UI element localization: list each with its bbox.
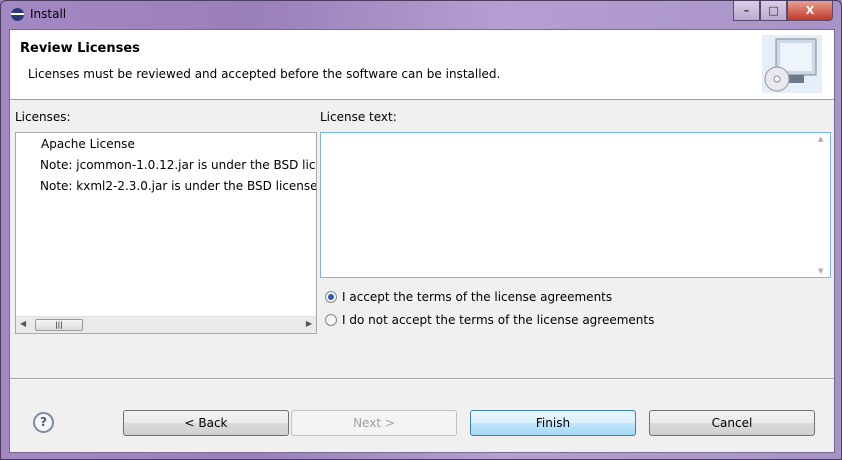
install-window: Install – □ X Review Licenses Licenses m…	[0, 0, 842, 460]
list-item[interactable]: Apache License	[41, 137, 135, 151]
scroll-down-icon[interactable]: ▼	[818, 267, 823, 275]
vertical-scrollbar[interactable]: ▲ ▼	[814, 133, 830, 277]
licenses-label: Licenses:	[15, 110, 71, 124]
list-item[interactable]: Note: jcommon-1.0.12.jar is under the BS…	[40, 158, 315, 172]
help-icon[interactable]: ?	[33, 412, 54, 433]
radio-unchecked-icon[interactable]	[325, 314, 337, 326]
accept-label[interactable]: I accept the terms of the license agreem…	[342, 290, 612, 304]
page-description: Licenses must be reviewed and accepted b…	[28, 67, 501, 81]
radio-checked-icon[interactable]	[325, 291, 337, 303]
eclipse-icon	[11, 7, 24, 21]
back-button[interactable]: < Back	[123, 410, 289, 436]
dialog-client: Review Licenses Licenses must be reviewe…	[9, 29, 835, 453]
page-title: Review Licenses	[20, 41, 140, 56]
finish-button[interactable]: Finish	[470, 410, 636, 436]
accept-radio[interactable]: I accept the terms of the license agreem…	[325, 290, 612, 304]
window-title: Install	[30, 7, 67, 21]
licenses-tree[interactable]: Apache License Note: jcommon-1.0.12.jar …	[15, 132, 317, 334]
license-text-label: License text:	[320, 110, 397, 124]
title-bar: Install	[11, 7, 66, 21]
next-button[interactable]: Next >	[291, 410, 457, 436]
decline-radio[interactable]: I do not accept the terms of the license…	[325, 313, 654, 327]
cancel-button[interactable]: Cancel	[649, 410, 815, 436]
minimize-button[interactable]: –	[733, 1, 760, 21]
scroll-right-icon[interactable]: ▶	[306, 319, 312, 328]
install-computer-icon	[762, 35, 822, 93]
scroll-up-icon[interactable]: ▲	[818, 135, 823, 143]
scroll-left-icon[interactable]: ◀	[20, 319, 26, 328]
dialog-header: Review Licenses Licenses must be reviewe…	[10, 30, 834, 100]
close-button[interactable]: X	[787, 1, 833, 21]
list-item[interactable]: Note: kxml2-2.3.0.jar is under the BSD l…	[40, 179, 316, 193]
decline-label[interactable]: I do not accept the terms of the license…	[342, 313, 654, 327]
maximize-button[interactable]: □	[760, 1, 787, 21]
license-text-area[interactable]	[320, 132, 831, 278]
horizontal-scrollbar[interactable]: ◀ ||| ▶	[16, 316, 316, 333]
separator	[10, 378, 834, 380]
scroll-thumb[interactable]: |||	[35, 319, 83, 331]
